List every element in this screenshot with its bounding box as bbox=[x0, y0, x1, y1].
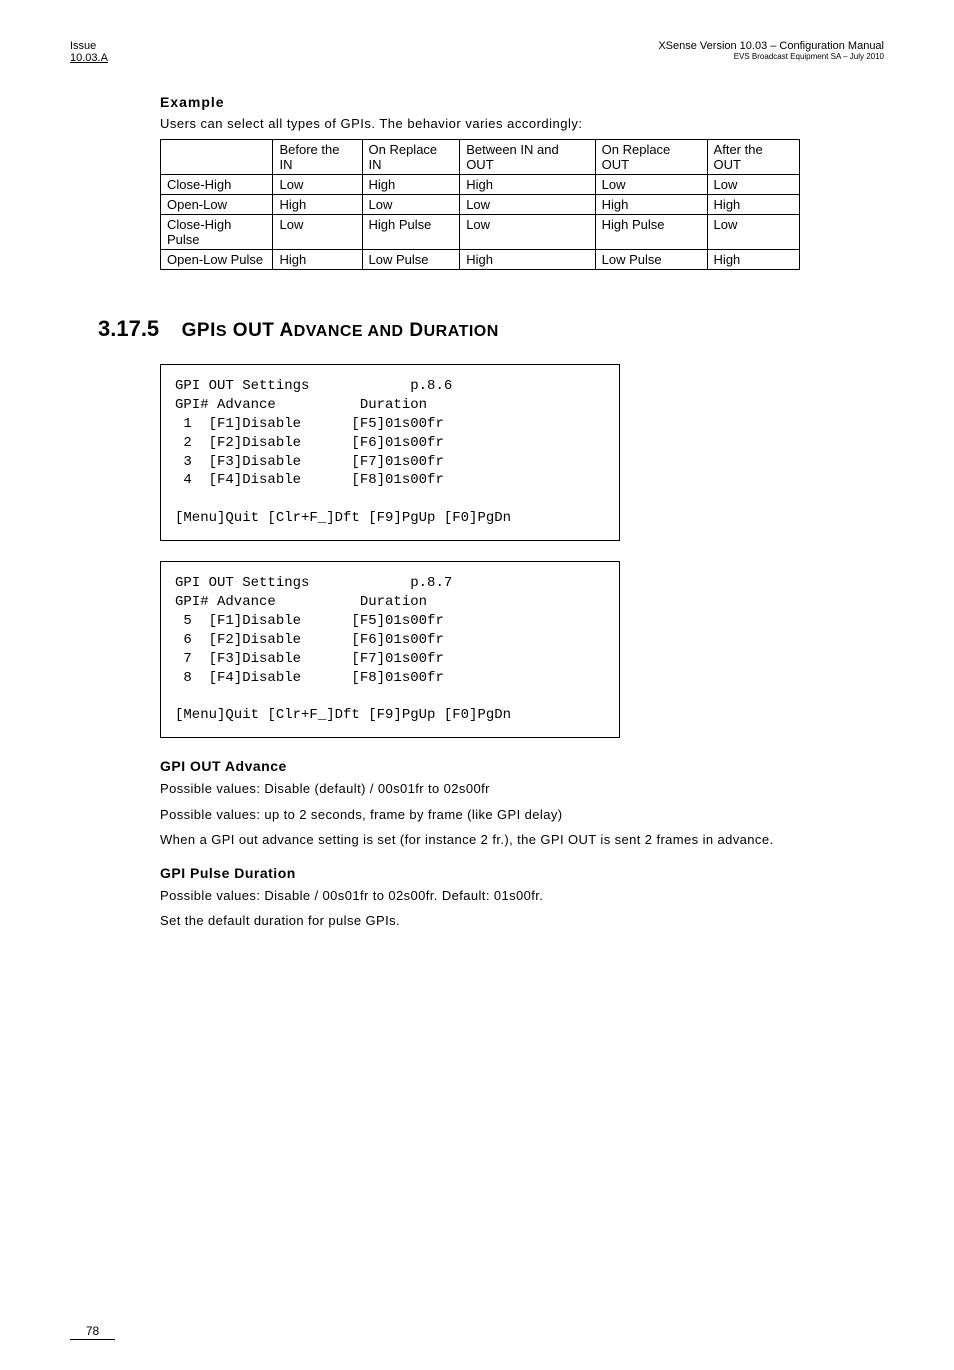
header-left: Issue 10.03.A bbox=[70, 40, 108, 64]
table-cell: High bbox=[595, 195, 707, 215]
table-cell: Low bbox=[273, 175, 362, 195]
table-header-row: Before the IN On Replace IN Between IN a… bbox=[161, 140, 800, 175]
table-cell: High Pulse bbox=[362, 215, 460, 250]
table-cell: Low bbox=[273, 215, 362, 250]
paragraph: When a GPI out advance setting is set (f… bbox=[160, 831, 884, 849]
example-heading: Example bbox=[160, 94, 884, 110]
table-cell: High bbox=[707, 250, 799, 270]
table-cell: Low bbox=[595, 175, 707, 195]
section-heading: 3.17.5 GPIS OUT ADVANCE AND DURATION bbox=[98, 316, 884, 342]
table-cell: High bbox=[362, 175, 460, 195]
paragraph: Possible values: up to 2 seconds, frame … bbox=[160, 806, 884, 824]
table-row: Open-Low Pulse High Low Pulse High Low P… bbox=[161, 250, 800, 270]
table-header-cell: On Replace IN bbox=[362, 140, 460, 175]
gpi-behavior-table: Before the IN On Replace IN Between IN a… bbox=[160, 139, 800, 270]
table-cell: Low bbox=[460, 215, 595, 250]
table-header-cell: Between IN and OUT bbox=[460, 140, 595, 175]
header-right: XSense Version 10.03 – Configuration Man… bbox=[658, 40, 884, 64]
table-row: Open-Low High Low Low High High bbox=[161, 195, 800, 215]
table-cell: High Pulse bbox=[595, 215, 707, 250]
paragraph: Possible values: Disable / 00s01fr to 02… bbox=[160, 887, 884, 905]
table-cell: Close-High Pulse bbox=[161, 215, 273, 250]
table-cell: Low Pulse bbox=[595, 250, 707, 270]
table-cell: Open-Low bbox=[161, 195, 273, 215]
table-cell: Close-High bbox=[161, 175, 273, 195]
paragraph: Set the default duration for pulse GPIs. bbox=[160, 912, 884, 930]
issue-label: Issue bbox=[70, 40, 108, 52]
header-company-line: EVS Broadcast Equipment SA – July 2010 bbox=[658, 52, 884, 61]
table-header-cell: On Replace OUT bbox=[595, 140, 707, 175]
paragraph: Possible values: Disable (default) / 00s… bbox=[160, 780, 884, 798]
table-header-cell bbox=[161, 140, 273, 175]
table-row: Close-High Low High High Low Low bbox=[161, 175, 800, 195]
table-cell: Low bbox=[707, 175, 799, 195]
table-cell: High bbox=[460, 175, 595, 195]
table-cell: Low bbox=[707, 215, 799, 250]
gpi-advance-heading: GPI OUT Advance bbox=[160, 758, 884, 774]
header-product-line: XSense Version 10.03 – Configuration Man… bbox=[658, 40, 884, 52]
example-intro: Users can select all types of GPIs. The … bbox=[160, 116, 884, 131]
page-number: 78 bbox=[70, 1324, 115, 1340]
table-cell: Low Pulse bbox=[362, 250, 460, 270]
table-cell: High bbox=[707, 195, 799, 215]
table-cell: High bbox=[273, 195, 362, 215]
table-row: Close-High Pulse Low High Pulse Low High… bbox=[161, 215, 800, 250]
section-number: 3.17.5 bbox=[98, 316, 159, 342]
table-header-cell: Before the IN bbox=[273, 140, 362, 175]
settings-box-2: GPI OUT Settings p.8.7 GPI# Advance Dura… bbox=[160, 561, 620, 738]
table-cell: High bbox=[273, 250, 362, 270]
table-header-cell: After the OUT bbox=[707, 140, 799, 175]
settings-box-1: GPI OUT Settings p.8.6 GPI# Advance Dura… bbox=[160, 364, 620, 541]
table-cell: Low bbox=[362, 195, 460, 215]
page-header: Issue 10.03.A XSense Version 10.03 – Con… bbox=[70, 40, 884, 64]
section-title: GPIS OUT ADVANCE AND DURATION bbox=[182, 320, 499, 342]
issue-number: 10.03.A bbox=[70, 52, 108, 64]
gpi-pulse-heading: GPI Pulse Duration bbox=[160, 865, 884, 881]
table-cell: Low bbox=[460, 195, 595, 215]
table-cell: Open-Low Pulse bbox=[161, 250, 273, 270]
table-cell: High bbox=[460, 250, 595, 270]
